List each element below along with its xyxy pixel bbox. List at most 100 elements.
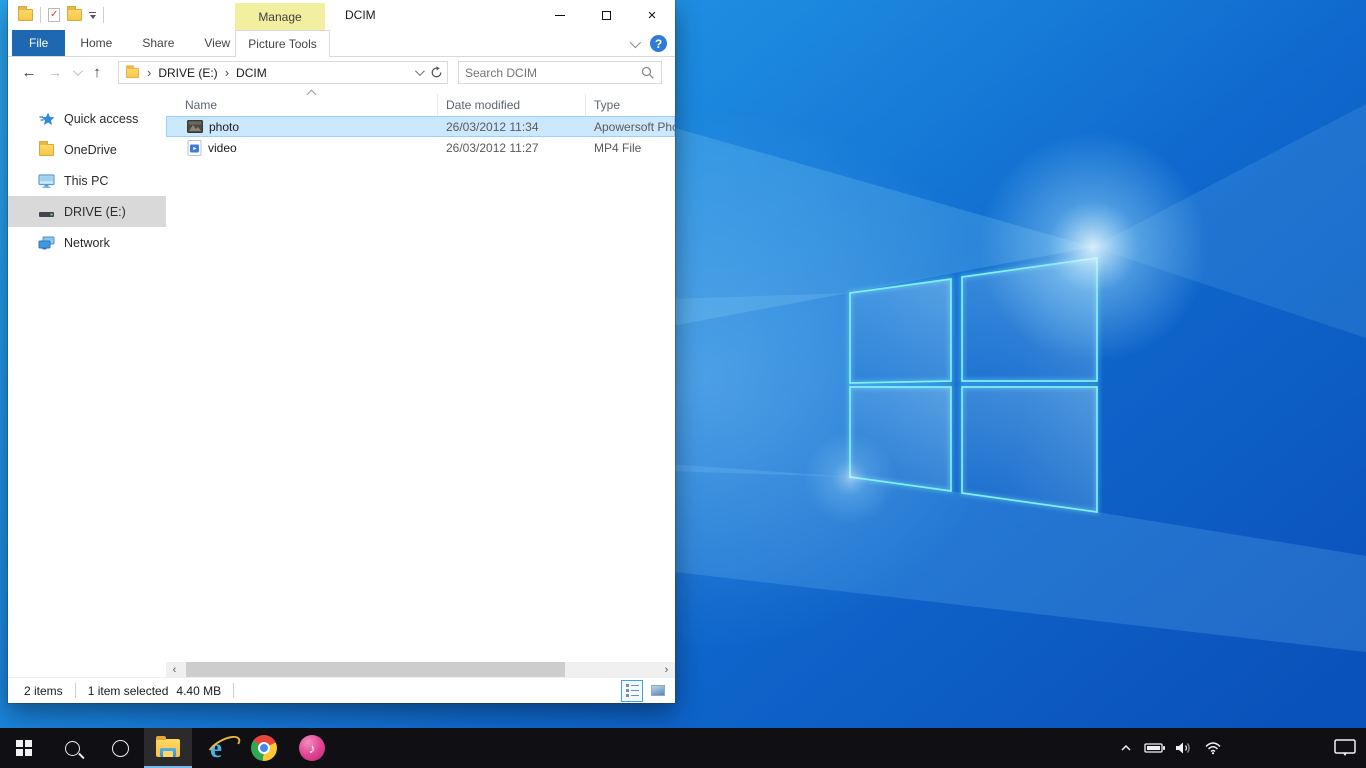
quick-access-star-icon <box>38 110 55 127</box>
new-folder-icon[interactable] <box>67 9 82 21</box>
search-icon[interactable] <box>641 66 655 80</box>
start-button[interactable] <box>0 728 48 768</box>
search-icon <box>65 741 80 756</box>
usb-drive-icon <box>38 203 55 220</box>
items-count: 2 items <box>24 684 63 698</box>
volume-icon[interactable] <box>1171 728 1197 768</box>
address-bar[interactable]: › DRIVE (E:) › DCIM <box>118 61 448 84</box>
taskbar: e ♪ <box>0 728 1366 768</box>
windows-start-icon <box>16 740 32 756</box>
up-button[interactable]: ↑ <box>84 64 110 81</box>
wifi-icon[interactable] <box>1200 728 1226 768</box>
sidebar-item-this-pc[interactable]: This PC <box>8 165 166 196</box>
separator <box>75 683 76 698</box>
selection-count: 1 item selected <box>88 684 169 698</box>
column-header-name[interactable]: Name <box>166 94 438 116</box>
close-icon: × <box>648 8 657 23</box>
breadcrumb-separator: › <box>225 65 229 80</box>
taskbar-search-button[interactable] <box>48 728 96 768</box>
sidebar-item-label: DRIVE (E:) <box>64 205 126 219</box>
address-bar-row: ← → ↑ › DRIVE (E:) › DCIM <box>8 57 675 88</box>
expand-ribbon-icon[interactable] <box>630 36 641 47</box>
search-box[interactable] <box>458 61 662 84</box>
sidebar-item-label: Quick access <box>64 112 138 126</box>
scroll-right-icon[interactable]: › <box>658 662 675 677</box>
maximize-button[interactable] <box>583 0 629 30</box>
file-date: 26/03/2012 11:27 <box>438 141 586 155</box>
contextual-group-manage[interactable]: Manage <box>235 3 325 30</box>
file-type: Apowersoft Pho <box>586 120 675 134</box>
customize-toolbar-icon[interactable] <box>89 12 96 19</box>
internet-explorer-button[interactable]: e <box>192 728 240 768</box>
system-tray <box>1113 728 1366 768</box>
caption-buttons: × <box>537 0 675 30</box>
minimize-icon <box>555 15 565 16</box>
photo-thumbnail-icon <box>187 120 203 133</box>
tab-file[interactable]: File <box>12 30 65 56</box>
separator <box>40 7 41 23</box>
onedrive-folder-icon <box>38 141 55 158</box>
battery-icon[interactable] <box>1142 728 1168 768</box>
recent-locations-icon[interactable] <box>68 69 84 76</box>
sidebar-item-onedrive[interactable]: OneDrive <box>8 134 166 165</box>
details-view-icon <box>626 684 639 697</box>
chrome-button[interactable] <box>240 728 288 768</box>
sidebar-item-network[interactable]: Network <box>8 227 166 258</box>
details-view-button[interactable] <box>621 680 643 702</box>
title-bar: Manage DCIM × <box>8 0 675 30</box>
file-type: MP4 File <box>586 141 675 155</box>
scroll-left-icon[interactable]: ‹ <box>166 662 183 677</box>
refresh-icon[interactable] <box>430 66 443 79</box>
sidebar-item-quick-access[interactable]: Quick access <box>8 103 166 134</box>
scrollbar-thumb[interactable] <box>186 662 565 677</box>
file-row-video[interactable]: video 26/03/2012 11:27 MP4 File <box>166 137 675 158</box>
file-explorer-window: Manage DCIM × File Home Share View Pictu… <box>8 0 675 703</box>
column-headers: Name Date modified Type <box>166 88 675 116</box>
file-date: 26/03/2012 11:34 <box>438 120 586 134</box>
breadcrumb-dcim[interactable]: DCIM <box>236 66 267 80</box>
window-body: Quick access OneDrive This PC <box>8 88 675 677</box>
close-button[interactable]: × <box>629 0 675 30</box>
horizontal-scrollbar[interactable]: ‹ › <box>166 662 675 677</box>
internet-explorer-icon: e <box>210 735 222 762</box>
sidebar-item-drive-e[interactable]: DRIVE (E:) <box>8 196 166 227</box>
file-rows: photo 26/03/2012 11:34 Apowersoft Pho vi… <box>166 116 675 662</box>
taskbar-file-explorer-button[interactable] <box>144 728 192 768</box>
forward-button[interactable]: → <box>42 64 68 81</box>
search-input[interactable] <box>459 66 641 80</box>
file-list: Name Date modified Type photo 26/03/2012… <box>166 88 675 677</box>
this-pc-monitor-icon <box>38 172 55 189</box>
separator <box>103 7 104 23</box>
selection-size: 4.40 MB <box>176 684 221 698</box>
tab-picture-tools[interactable]: Picture Tools <box>235 30 330 57</box>
file-name: photo <box>209 120 239 134</box>
column-header-type[interactable]: Type <box>586 94 675 116</box>
cortana-button[interactable] <box>96 728 144 768</box>
breadcrumb-drive[interactable]: DRIVE (E:) <box>158 66 217 80</box>
itunes-button[interactable]: ♪ <box>288 728 336 768</box>
separator <box>233 683 234 698</box>
quick-access-toolbar <box>18 0 104 30</box>
minimize-button[interactable] <box>537 0 583 30</box>
back-button[interactable]: ← <box>16 64 42 81</box>
address-dropdown-icon[interactable] <box>415 66 425 76</box>
help-icon[interactable]: ? <box>650 35 667 52</box>
tab-home[interactable]: Home <box>65 30 127 56</box>
explorer-icon[interactable] <box>18 9 33 21</box>
tab-share[interactable]: Share <box>127 30 189 56</box>
itunes-icon: ♪ <box>299 735 325 761</box>
sidebar-item-label: This PC <box>64 174 108 188</box>
column-header-date-modified[interactable]: Date modified <box>438 94 586 116</box>
file-row-photo[interactable]: photo 26/03/2012 11:34 Apowersoft Pho <box>166 116 675 137</box>
network-computers-icon <box>38 234 55 251</box>
hidden-icons-chevron-icon[interactable] <box>1113 728 1139 768</box>
location-folder-icon <box>126 67 139 77</box>
cortana-icon <box>112 740 129 757</box>
action-center-icon[interactable] <box>1332 728 1358 768</box>
large-icons-view-icon <box>651 685 665 696</box>
status-bar: 2 items 1 item selected 4.40 MB <box>8 677 675 703</box>
breadcrumb-separator: › <box>147 65 151 80</box>
large-icons-view-button[interactable] <box>647 680 669 702</box>
properties-icon[interactable] <box>48 8 60 22</box>
chrome-icon <box>251 735 277 761</box>
